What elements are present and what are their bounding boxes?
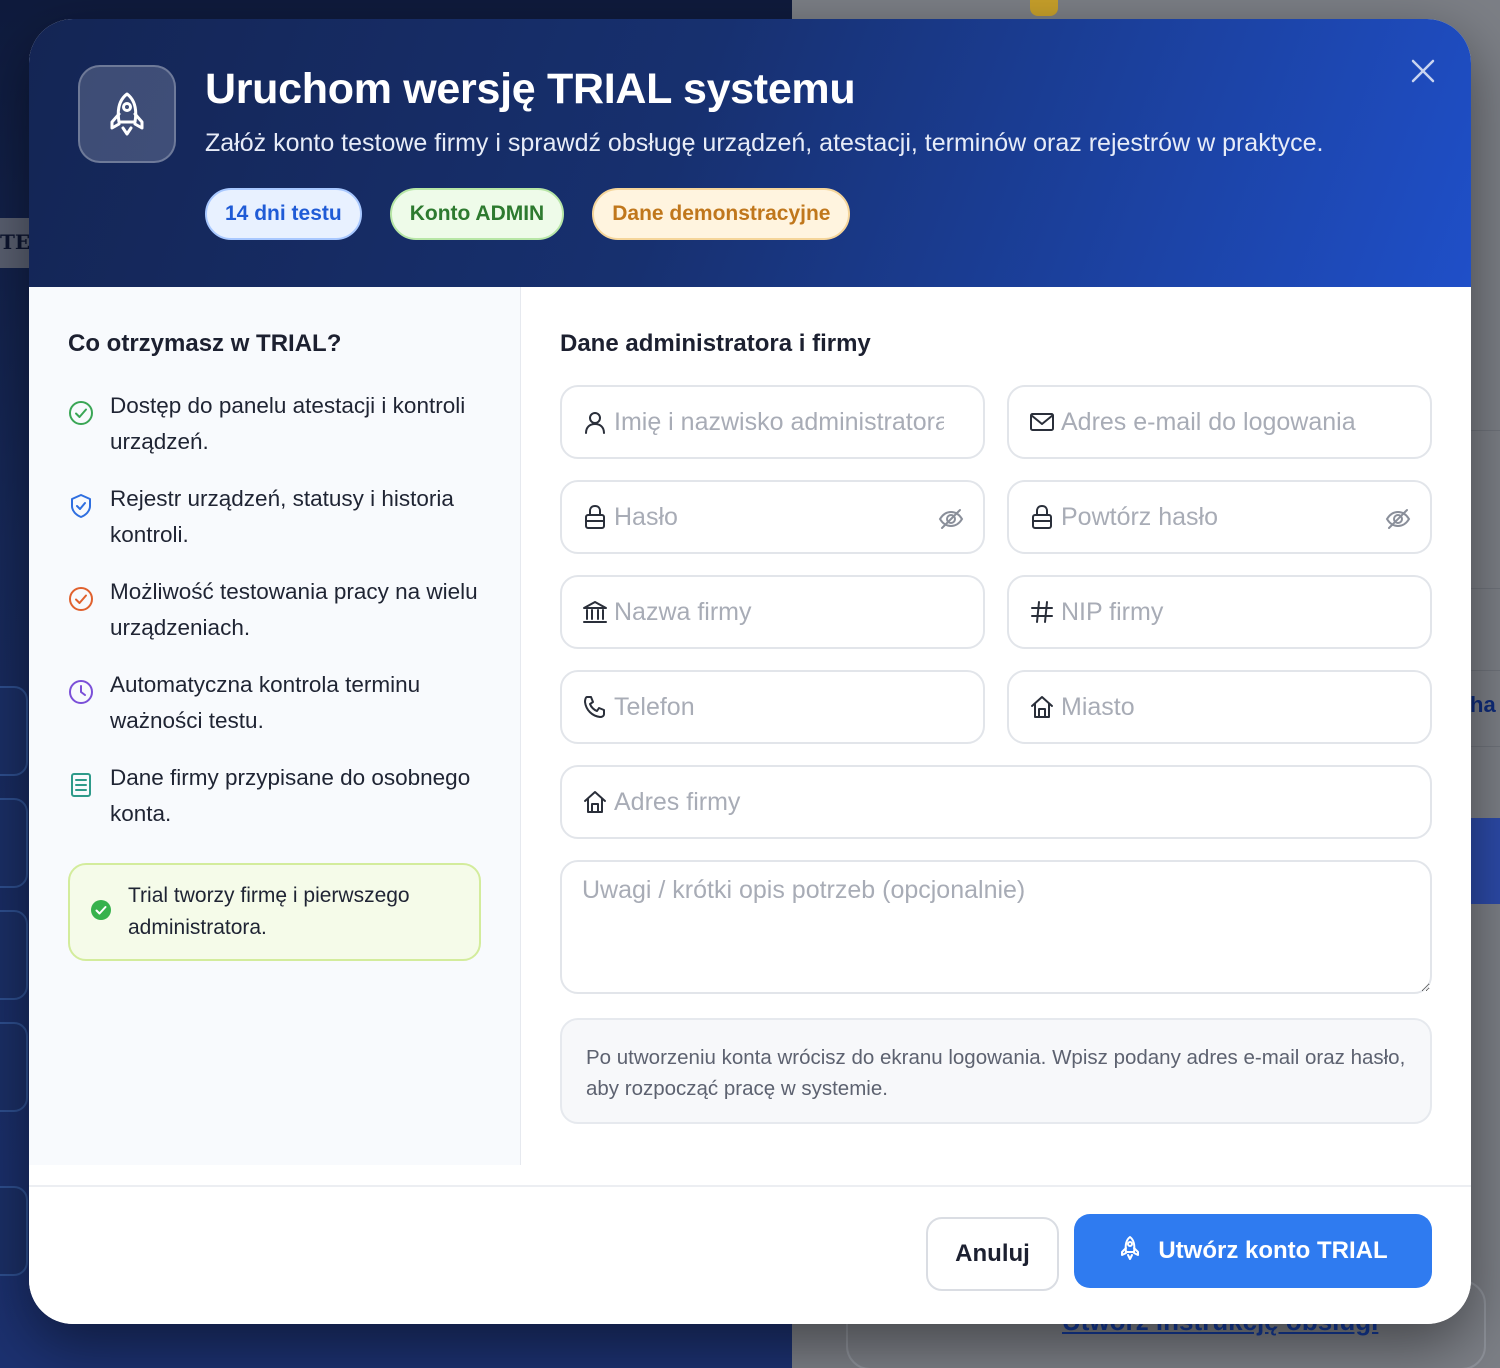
benefit-item: Możliwość testowania pracy na wielu urzą… xyxy=(68,574,488,646)
modal-footer: Anuluj Utwórz konto TRIAL xyxy=(29,1185,1471,1324)
cancel-button[interactable]: Anuluj xyxy=(926,1217,1059,1291)
address-input[interactable] xyxy=(614,787,1394,817)
phone-input[interactable] xyxy=(614,692,944,722)
password-repeat-field[interactable] xyxy=(1007,480,1432,554)
modal-header: Uruchom wersję TRIAL systemu Załóż konto… xyxy=(29,19,1471,287)
benefit-item: Dane firmy przypisane do osobnego konta. xyxy=(68,760,488,832)
home-icon xyxy=(582,789,608,815)
background-trophy-icon xyxy=(1030,0,1058,16)
benefit-text: Rejestr urządzeń, statusy i historia kon… xyxy=(110,486,454,547)
badge-admin-account: Konto ADMIN xyxy=(389,188,565,240)
info-box: Po utworzeniu konta wrócisz do ekranu lo… xyxy=(560,1018,1432,1124)
close-icon[interactable] xyxy=(1405,53,1441,89)
lock-icon xyxy=(582,504,608,530)
benefit-text: Automatyczna kontrola terminu ważności t… xyxy=(110,672,421,733)
password-repeat-input[interactable] xyxy=(1061,502,1391,532)
city-field[interactable] xyxy=(1007,670,1432,744)
benefit-item: Automatyczna kontrola terminu ważności t… xyxy=(68,667,488,739)
check-circle-icon xyxy=(68,586,94,612)
badge-demo-data: Dane demonstracyjne xyxy=(592,188,851,240)
company-name-input[interactable] xyxy=(614,597,944,627)
background-sidebar-button xyxy=(0,798,28,888)
create-trial-label: Utwórz konto TRIAL xyxy=(1158,1237,1388,1264)
check-circle-icon xyxy=(68,400,94,426)
trial-note: Trial tworzy firmę i pierwszego administ… xyxy=(68,863,481,961)
create-trial-button[interactable]: Utwórz konto TRIAL xyxy=(1074,1214,1432,1288)
lock-icon xyxy=(1029,504,1055,530)
background-sidebar-button xyxy=(0,686,28,776)
city-input[interactable] xyxy=(1061,692,1391,722)
modal-subtitle: Załóż konto testowe firmy i sprawdź obsł… xyxy=(205,129,1324,157)
benefits-heading: Co otrzymasz w TRIAL? xyxy=(68,330,342,357)
clock-icon xyxy=(68,679,94,705)
rocket-icon xyxy=(78,65,176,163)
benefit-text: Dane firmy przypisane do osobnego konta. xyxy=(110,765,471,826)
user-icon xyxy=(582,409,608,435)
modal-title: Uruchom wersję TRIAL systemu xyxy=(205,65,856,113)
shield-check-icon xyxy=(68,493,94,519)
eye-off-icon[interactable] xyxy=(937,505,965,533)
benefit-item: Dostęp do panelu atestacji i kontroli ur… xyxy=(68,388,488,460)
nip-field[interactable] xyxy=(1007,575,1432,649)
company-name-field[interactable] xyxy=(560,575,985,649)
bank-icon xyxy=(582,599,608,625)
rocket-icon xyxy=(1118,1235,1142,1268)
envelope-icon xyxy=(1029,409,1055,435)
form-heading: Dane administratora i firmy xyxy=(560,330,871,357)
benefits-panel: Co otrzymasz w TRIAL? Dostęp do panelu a… xyxy=(29,287,521,1165)
home-icon xyxy=(1029,694,1055,720)
badge-trial-days: 14 dni testu xyxy=(205,188,362,240)
badge-row: 14 dni testu Konto ADMIN Dane demonstrac… xyxy=(205,188,851,240)
phone-icon xyxy=(582,694,608,720)
document-icon xyxy=(68,772,94,798)
check-badge-icon xyxy=(90,899,112,926)
password-field[interactable] xyxy=(560,480,985,554)
phone-field[interactable] xyxy=(560,670,985,744)
background-sidebar-button xyxy=(0,910,28,1000)
background-sidebar-button xyxy=(0,1186,28,1276)
eye-off-icon[interactable] xyxy=(1384,505,1412,533)
trial-modal: Uruchom wersję TRIAL systemu Załóż konto… xyxy=(29,19,1471,1324)
benefit-item: Rejestr urządzeń, statusy i historia kon… xyxy=(68,481,488,553)
trial-note-text: Trial tworzy firmę i pierwszego administ… xyxy=(128,884,410,939)
admin-name-input[interactable] xyxy=(614,407,944,437)
background-side-text: ha xyxy=(1470,692,1496,717)
background-sidebar-button xyxy=(0,1022,28,1112)
cancel-button-label: Anuluj xyxy=(955,1240,1030,1267)
notes-textarea[interactable] xyxy=(560,860,1432,994)
admin-name-field[interactable] xyxy=(560,385,985,459)
hash-icon xyxy=(1029,599,1055,625)
address-field[interactable] xyxy=(560,765,1432,839)
email-input[interactable] xyxy=(1061,407,1391,437)
email-field[interactable] xyxy=(1007,385,1432,459)
form-panel: Dane administratora i firmy Imię i nazwi… xyxy=(522,287,1471,1165)
nip-input[interactable] xyxy=(1061,597,1391,627)
benefit-text: Możliwość testowania pracy na wielu urzą… xyxy=(110,579,478,640)
password-input[interactable] xyxy=(614,502,944,532)
benefit-text: Dostęp do panelu atestacji i kontroli ur… xyxy=(110,393,466,454)
